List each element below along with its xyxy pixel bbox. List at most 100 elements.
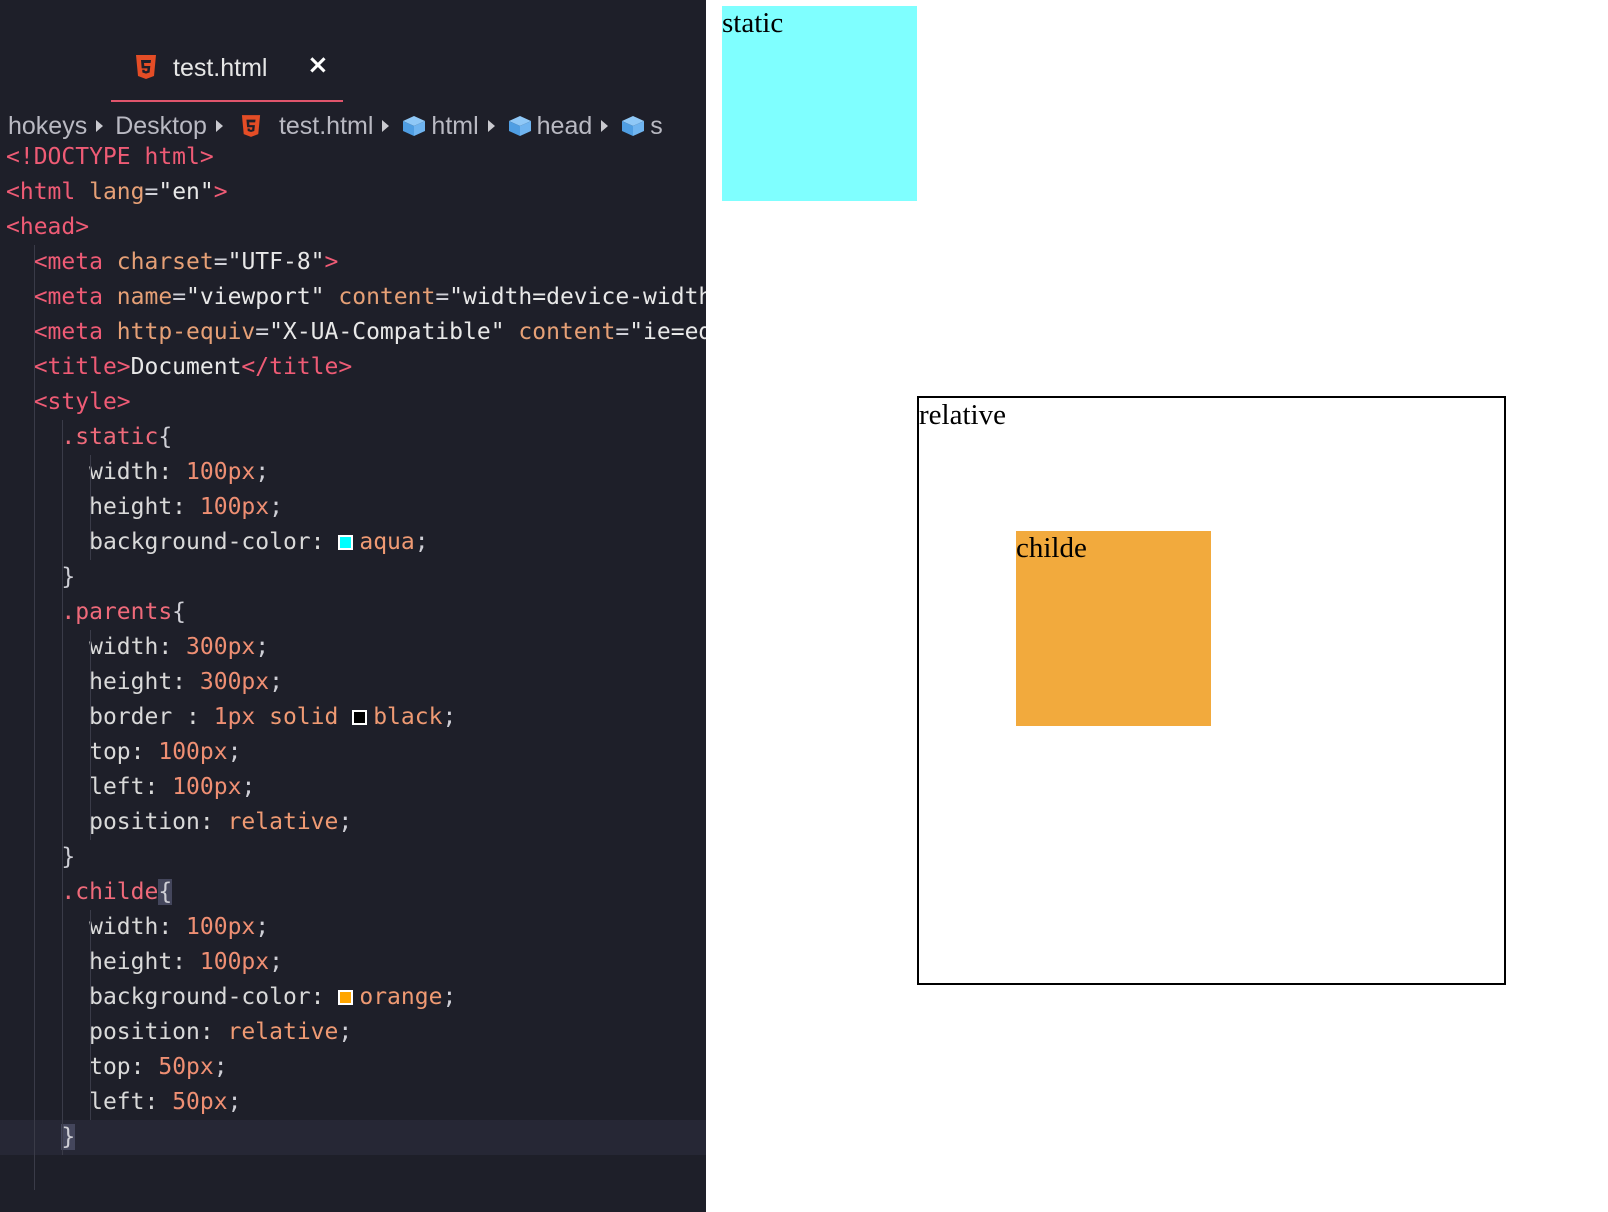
indent-guide: [34, 805, 35, 840]
code-token: border :: [89, 704, 214, 730]
code-line: top: 50px;: [0, 1050, 706, 1085]
breadcrumb-item[interactable]: s: [620, 112, 663, 141]
tab-test-html[interactable]: test.html ×: [111, 48, 343, 102]
code-line: position: relative;: [0, 1015, 706, 1050]
code-token: 100px: [158, 739, 228, 765]
indent-guide: [62, 455, 63, 490]
breadcrumb-item[interactable]: test.html: [235, 112, 373, 141]
code-token: Document: [130, 354, 242, 380]
code-area[interactable]: <!DOCTYPE html> <html lang="en"> <head> <m…: [0, 140, 706, 1190]
indent-guide: [34, 350, 35, 385]
code-token: <style>: [33, 389, 131, 415]
code-token: ;: [338, 1019, 353, 1045]
breadcrumb-label: Desktop: [115, 111, 207, 140]
color-swatch: [338, 990, 354, 1005]
static-box: static: [722, 6, 917, 201]
breadcrumb-item[interactable]: html: [401, 111, 479, 141]
indent-guide: [62, 840, 63, 875]
static-label: static: [722, 7, 784, 39]
code-token: 100px: [199, 494, 270, 520]
code-token: lang: [89, 179, 145, 205]
code-token: http-equiv: [116, 319, 256, 345]
code-token: ;: [241, 774, 256, 800]
breadcrumb-label: test.html: [278, 111, 374, 140]
breadcrumb: hokeys Desktop test.html html head s: [8, 108, 706, 144]
indent-guide: [62, 980, 63, 1015]
code-line: height: 100px;: [0, 945, 706, 980]
code-token: .parents: [61, 599, 173, 625]
indent-guide: [34, 840, 35, 875]
code-token: ;: [255, 914, 270, 940]
code-token: "UTF-8": [227, 249, 325, 275]
code-token: ;: [227, 1089, 242, 1115]
code-line: background-color: aqua;: [0, 525, 706, 560]
indent-guide: [90, 700, 91, 735]
indent-guide: [90, 735, 91, 770]
breadcrumb-label: html: [431, 111, 479, 140]
indent-guide: [62, 525, 63, 560]
element-cube-icon: [622, 116, 645, 136]
code-token: .static: [61, 424, 159, 450]
code-token: "viewport": [186, 284, 339, 310]
element-cube-icon: [508, 116, 531, 136]
code-token: "X-UA-Compatible": [269, 319, 519, 345]
html5-file-icon: [241, 115, 261, 137]
color-swatch: [338, 535, 354, 550]
indent-guide: [62, 1015, 63, 1050]
breadcrumb-item[interactable]: hokeys: [8, 112, 87, 141]
code-token: aqua: [359, 529, 415, 555]
code-line: <meta charset="UTF-8">: [0, 245, 706, 280]
code-token: 100px: [186, 914, 256, 940]
indent-guide: [90, 630, 91, 665]
indent-guide: [34, 700, 35, 735]
code-line: .parents{: [0, 595, 706, 630]
indent-guide: [62, 595, 63, 630]
code-token: left:: [89, 774, 173, 800]
code-line: width: 100px;: [0, 910, 706, 945]
indent-guide: [62, 420, 63, 455]
code-token: height:: [89, 669, 200, 695]
indent-guide: [62, 630, 63, 665]
code-token: ;: [442, 984, 457, 1010]
indent-guide: [34, 245, 35, 280]
code-token: >: [324, 249, 339, 275]
code-line: <meta name="viewport" content="width=dev…: [0, 280, 706, 315]
indent-guide: [62, 735, 63, 770]
code-token: height:: [89, 494, 200, 520]
code-line: width: 100px;: [0, 455, 706, 490]
code-line: }: [0, 560, 706, 595]
code-token: <!DOCTYPE html>: [6, 144, 214, 170]
code-token: width:: [89, 914, 187, 940]
code-token: content: [518, 319, 616, 345]
code-token: <meta: [33, 249, 117, 275]
indent-guide: [34, 385, 35, 420]
indent-guide: [90, 665, 91, 700]
code-editor[interactable]: test.html × hokeys Desktop test.html html he…: [0, 0, 706, 1212]
code-token: {: [172, 599, 187, 625]
code-token: =: [172, 284, 187, 310]
browser-preview: static relative childe: [706, 0, 1608, 1212]
indent-guide: [90, 1050, 91, 1085]
indent-guide: [34, 665, 35, 700]
html5-file-icon: [136, 55, 156, 79]
childe-label: childe: [1016, 532, 1087, 564]
indent-guide: [34, 875, 35, 910]
indent-guide: [34, 910, 35, 945]
code-token: <head>: [6, 214, 90, 240]
indent-guide: [62, 805, 63, 840]
code-token: 100px: [186, 459, 256, 485]
close-icon[interactable]: ×: [307, 50, 329, 80]
breadcrumb-item[interactable]: head: [507, 111, 593, 141]
code-token: 1px: [213, 704, 270, 730]
code-token: 300px: [186, 634, 256, 660]
indent-guide: [62, 1120, 63, 1155]
code-token: 100px: [172, 774, 242, 800]
code-line: height: 100px;: [0, 490, 706, 525]
breadcrumb-item[interactable]: Desktop: [115, 112, 207, 141]
code-token: ;: [269, 669, 283, 695]
code-line: left: 100px;: [0, 770, 706, 805]
breadcrumb-label: hokeys: [8, 111, 88, 140]
breadcrumb-label: head: [536, 111, 593, 140]
code-token: ;: [213, 1054, 228, 1080]
indent-guide: [62, 560, 63, 595]
